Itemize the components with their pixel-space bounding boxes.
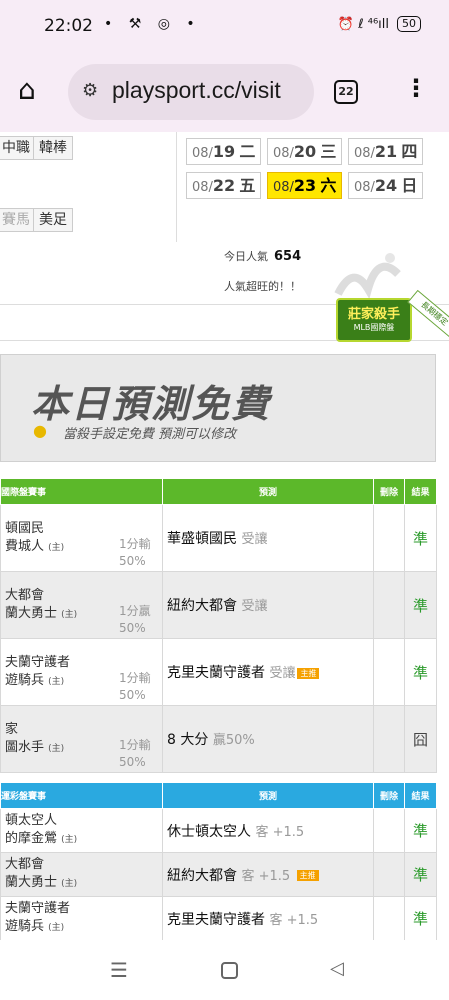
- status-time: 22:02: [44, 16, 93, 36]
- divider: [176, 132, 177, 242]
- banner-subtitle: 當殺手設定免費 預測可以修改: [63, 427, 237, 442]
- table-header: 國際盤賽事 預測 刪除 結果: [0, 478, 437, 505]
- back-icon[interactable]: ◁: [330, 958, 344, 979]
- delete-cell[interactable]: [373, 808, 405, 853]
- result-cell: 準: [404, 571, 437, 639]
- delete-cell[interactable]: [373, 571, 405, 639]
- date-0823-selected[interactable]: 08/23 六: [267, 172, 343, 199]
- col-header-delete: 刪除: [373, 782, 405, 809]
- date-0822[interactable]: 08/22 五: [186, 172, 262, 199]
- featured-tag: 主推: [297, 667, 320, 679]
- international-table: 國際盤賽事 預測 刪除 結果 頓國民 費城人 (主) 1分輸 50% 華盛頓國民 受讓…: [0, 478, 437, 773]
- notification-icons: • ⚒ ◎ •: [104, 16, 201, 32]
- sport-tab-nfl[interactable]: 美足: [33, 208, 73, 232]
- table-row: 夫蘭守護者 遊騎兵 (主) 1分輸 50% 克里夫蘭守護者 受讓 主推 準: [0, 638, 437, 706]
- address-bar[interactable]: ⚙ playsport.cc/visit: [68, 64, 314, 120]
- delete-cell[interactable]: [373, 638, 405, 706]
- recents-icon[interactable]: ☰: [110, 958, 128, 982]
- delete-cell[interactable]: [373, 504, 405, 572]
- table-row: 頓太空人 的摩金鶯 (主) 休士頓太空人 客 +1.5 準: [0, 808, 437, 853]
- col-header-event: 運彩盤賽事: [0, 782, 163, 809]
- url-text[interactable]: playsport.cc/visit: [112, 77, 281, 104]
- sport-tab-kbo[interactable]: 韓棒: [33, 136, 73, 160]
- col-header-result: 結果: [404, 782, 437, 809]
- result-cell: 準: [404, 852, 437, 897]
- tab-switcher-button[interactable]: 22: [334, 80, 358, 104]
- decoration-graphic: [334, 253, 401, 299]
- site-settings-icon[interactable]: ⚙: [82, 80, 98, 101]
- popularity-note: 人氣超旺的！！: [224, 280, 301, 293]
- sport-tab-horse[interactable]: 賽馬: [0, 208, 36, 232]
- home-button-icon[interactable]: [221, 962, 238, 979]
- date-0821[interactable]: 08/21 四: [348, 138, 424, 165]
- battery-icon: 50: [397, 16, 421, 32]
- date-0819[interactable]: 08/19 二: [186, 138, 262, 165]
- col-header-result: 結果: [404, 478, 437, 505]
- popularity-today: 今日人氣 654: [224, 249, 302, 264]
- table-row: 頓國民 費城人 (主) 1分輸 50% 華盛頓國民 受讓 準: [0, 504, 437, 572]
- col-header-prediction: 預測: [162, 478, 374, 505]
- status-bar: 22:02 • ⚒ ◎ • ⏰ ℓ ⁴⁶ıll 50: [0, 0, 449, 52]
- badge-ribbon: 長期穩定: [407, 289, 449, 339]
- table-row: 大都會 蘭大勇士 (主) 紐約大都會 客 +1.5 主推 準: [0, 852, 437, 897]
- delete-cell[interactable]: [373, 705, 405, 773]
- delete-cell[interactable]: [373, 896, 405, 940]
- badge-subtitle: MLB國際盤: [353, 323, 395, 332]
- date-0820[interactable]: 08/20 三: [267, 138, 343, 165]
- delete-cell[interactable]: [373, 852, 405, 897]
- col-header-delete: 刪除: [373, 478, 405, 505]
- date-0824[interactable]: 08/24 日: [348, 172, 424, 199]
- system-nav-bar: ☰ ◁: [0, 940, 449, 1000]
- banner-title: 本日預測免費: [31, 382, 272, 426]
- table-row: 大都會 蘭大勇士 (主) 1分贏 50% 紐約大都會 受讓 準: [0, 571, 437, 639]
- signal-icons: ⏰ ℓ ⁴⁶ıll: [337, 16, 389, 32]
- browser-toolbar: ⌂ ⚙ playsport.cc/visit 22 ⋮: [0, 52, 449, 132]
- home-icon[interactable]: ⌂: [18, 74, 48, 106]
- badge-title: 莊家殺手: [347, 307, 400, 322]
- web-content: 中職 韓棒 賽馬 美足 08/19 二 08/20 三 08/21 四 08/2…: [0, 132, 449, 940]
- col-header-prediction: 預測: [162, 782, 374, 809]
- result-cell: 準: [404, 504, 437, 572]
- result-cell: 準: [404, 896, 437, 940]
- sport-tab-cpbl[interactable]: 中職: [0, 136, 36, 160]
- bulb-icon: ●: [33, 421, 47, 440]
- table-row: 夫蘭守護者 遊騎兵 (主) 克里夫蘭守護者 客 +1.5 準: [0, 896, 437, 940]
- col-header-event: 國際盤賽事: [0, 478, 163, 505]
- result-cell: 準: [404, 808, 437, 853]
- result-cell: 準: [404, 638, 437, 706]
- status-right: ⏰ ℓ ⁴⁶ıll 50: [338, 16, 421, 32]
- more-menu-icon[interactable]: ⋮: [404, 74, 428, 102]
- featured-tag: 主推: [296, 870, 319, 881]
- bookie-killer-badge[interactable]: 莊家殺手 MLB國際盤: [336, 298, 412, 342]
- sportslottery-table: 運彩盤賽事 預測 刪除 結果 頓太空人 的摩金鶯 (主) 休士頓太空人 客 +1.…: [0, 782, 437, 940]
- free-prediction-banner: 本日預測免費 ● 當殺手設定免費 預測可以修改: [0, 354, 436, 462]
- result-cell: 囧: [404, 705, 437, 773]
- table-header: 運彩盤賽事 預測 刪除 結果: [0, 782, 437, 809]
- table-row: 家圖水手 (主) 1分輸 50% 8 大分 贏50% 囧: [0, 705, 437, 773]
